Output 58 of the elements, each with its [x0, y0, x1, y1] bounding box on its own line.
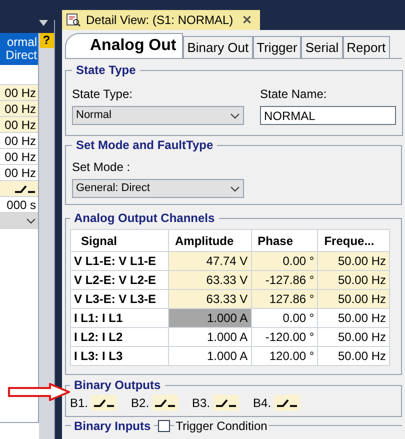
- signal-cell: V L1-E: V L1-E: [70, 252, 168, 270]
- output-label: B2.: [131, 395, 150, 412]
- cell-text: 00 Hz: [4, 100, 36, 118]
- output-toggle[interactable]: [213, 395, 240, 411]
- group-title: Set Mode and FaultType: [75, 137, 214, 154]
- amplitude-cell[interactable]: 1.000 A: [168, 346, 252, 366]
- group-title: State Type: [75, 62, 137, 79]
- cell-text: 000 s: [6, 196, 36, 214]
- document-tab[interactable]: Detail View: (S1: NORMAL) ✕: [62, 10, 260, 30]
- output-toggle[interactable]: [152, 395, 178, 411]
- output-label: B4.: [253, 395, 272, 412]
- help-button[interactable]: ?: [40, 33, 54, 48]
- checkbox-label: Trigger Condition: [174, 419, 270, 433]
- close-button[interactable]: ✕: [242, 11, 252, 29]
- output-toggle[interactable]: [91, 395, 118, 411]
- state-name-field[interactable]: NORMAL: [260, 106, 396, 125]
- chevron-down-icon: [230, 186, 240, 192]
- frequency-cell[interactable]: 50.00 Hz: [318, 346, 390, 366]
- field-label: State Name:: [260, 86, 328, 103]
- field-label: State Type:: [72, 86, 134, 103]
- field-label: Set Mode :: [72, 159, 132, 176]
- cell-text: 00 Hz: [4, 116, 36, 134]
- tab[interactable]: Binary Out: [183, 36, 253, 58]
- signal-cell: I L2: I L2: [70, 328, 168, 346]
- output-label: B1.: [70, 395, 88, 412]
- output-toggle[interactable]: [274, 395, 300, 411]
- cell-text: ormal: [6, 36, 37, 49]
- trigger-checkbox[interactable]: [158, 420, 170, 432]
- output-label: B3.: [192, 395, 210, 412]
- tab[interactable]: Report: [342, 36, 390, 58]
- cell-text: 00 Hz: [4, 132, 36, 150]
- cell-text: 00 Hz: [4, 84, 36, 102]
- open-switch-icon: [14, 184, 36, 194]
- document-title: Detail View: (S1: NORMAL): [86, 12, 234, 29]
- dropdown-arrow-icon[interactable]: [39, 20, 48, 26]
- signal-cell: I L3: I L3: [70, 346, 168, 366]
- column-header[interactable]: Signal: [70, 230, 168, 252]
- amplitude-cell[interactable]: 1.000 A: [168, 308, 252, 328]
- chevron-down-icon: [26, 218, 36, 224]
- cell-text: 00 Hz: [4, 148, 36, 166]
- group-title: Binary Outputs: [73, 377, 162, 394]
- cell-text: Direct: [6, 49, 37, 62]
- signal-cell: V L2-E: V L2-E: [70, 270, 168, 290]
- state-type-select[interactable]: Normal: [72, 106, 244, 125]
- dropdown-cell[interactable]: [0, 213, 38, 229]
- group-title: Binary Inputs: [71, 419, 154, 433]
- selected-cell[interactable]: ormal Direct: [0, 33, 38, 65]
- tab[interactable]: Serial: [301, 36, 343, 58]
- document-search-icon: [66, 13, 81, 27]
- chevron-down-icon: [230, 112, 240, 118]
- tab[interactable]: Trigger: [252, 36, 302, 58]
- phase-cell[interactable]: 120.00 °: [251, 346, 318, 366]
- set-mode-select[interactable]: General: Direct: [72, 179, 244, 198]
- signal-cell: I L1: I L1: [70, 308, 168, 328]
- signal-cell: V L3-E: V L3-E: [70, 290, 168, 308]
- tab[interactable]: Analog Out: [65, 33, 184, 58]
- group-title: Analog Output Channels: [73, 210, 216, 227]
- cell-text: 00 Hz: [4, 164, 36, 182]
